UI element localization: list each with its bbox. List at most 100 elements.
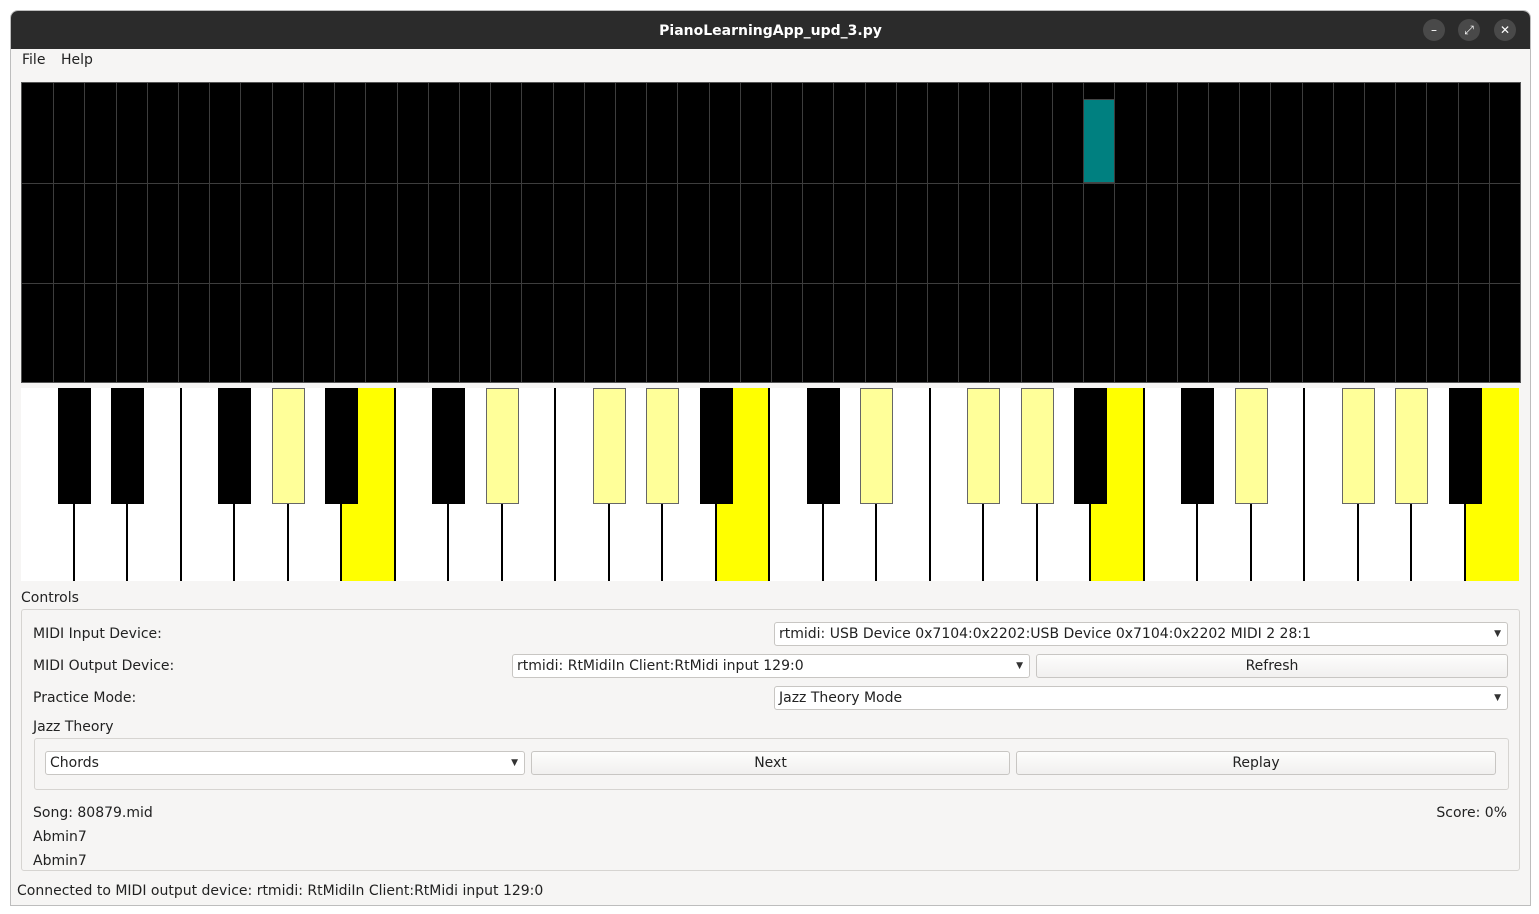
grid-line: [1458, 83, 1459, 382]
next-button[interactable]: Next: [531, 751, 1010, 775]
grid-line: [209, 83, 210, 382]
black-key[interactable]: [593, 388, 626, 504]
controls-group-title: Controls: [21, 590, 79, 606]
grid-line: [553, 83, 554, 382]
grid-line: [334, 83, 335, 382]
grid-line: [1239, 83, 1240, 382]
jazz-theory-title: Jazz Theory: [33, 719, 114, 735]
controls-group: MIDI Input Device: rtmidi: USB Device 0x…: [21, 609, 1520, 871]
score-label: Score: 0%: [1436, 805, 1507, 821]
status-bar: Connected to MIDI output device: rtmidi:…: [17, 883, 544, 899]
black-key[interactable]: [218, 388, 251, 504]
grid-line: [84, 83, 85, 382]
grid-line: [1021, 83, 1022, 382]
grid-line: [1083, 83, 1084, 382]
midi-output-select[interactable]: rtmidi: RtMidiIn Client:RtMidi input 129…: [512, 654, 1030, 678]
grid-line: [989, 83, 990, 382]
grid-line: [1302, 83, 1303, 382]
piano-roll: [21, 82, 1521, 383]
grid-line: [116, 83, 117, 382]
black-key[interactable]: [432, 388, 465, 504]
black-key[interactable]: [486, 388, 519, 504]
grid-line: [490, 83, 491, 382]
grid-line: [22, 183, 1520, 184]
black-key[interactable]: [860, 388, 893, 504]
grid-line: [1114, 83, 1115, 382]
grid-line: [677, 83, 678, 382]
grid-line: [1333, 83, 1334, 382]
black-key[interactable]: [111, 388, 144, 504]
chevron-down-icon: ▼: [1494, 629, 1501, 639]
grid-line: [1489, 83, 1490, 382]
grid-line: [459, 83, 460, 382]
grid-line: [240, 83, 241, 382]
midi-input-select[interactable]: rtmidi: USB Device 0x7104:0x2202:USB Dev…: [774, 622, 1508, 646]
close-icon[interactable]: ✕: [1494, 19, 1516, 41]
black-key[interactable]: [1181, 388, 1214, 504]
practice-mode-label: Practice Mode:: [33, 690, 137, 706]
grid-line: [147, 83, 148, 382]
chevron-down-icon: ▼: [1016, 661, 1023, 671]
minimize-icon[interactable]: –: [1423, 19, 1445, 41]
grid-line: [521, 83, 522, 382]
falling-note: [1083, 99, 1115, 183]
grid-line: [1052, 83, 1053, 382]
grid-line: [958, 83, 959, 382]
black-key[interactable]: [1449, 388, 1482, 504]
midi-output-value: rtmidi: RtMidiIn Client:RtMidi input 129…: [517, 658, 804, 674]
grid-line: [1146, 83, 1147, 382]
black-key[interactable]: [1074, 388, 1107, 504]
maximize-icon[interactable]: ⤢: [1458, 19, 1480, 41]
grid-line: [365, 83, 366, 382]
jazz-mode-value: Chords: [50, 755, 99, 771]
grid-line: [1270, 83, 1271, 382]
piano-keyboard[interactable]: [21, 388, 1519, 581]
midi-input-value: rtmidi: USB Device 0x7104:0x2202:USB Dev…: [779, 626, 1311, 642]
black-key[interactable]: [1395, 388, 1428, 504]
midi-input-label: MIDI Input Device:: [33, 626, 162, 642]
window-title: PianoLearningApp_upd_3.py: [659, 23, 882, 39]
black-key[interactable]: [1342, 388, 1375, 504]
grid-line: [1208, 83, 1209, 382]
menu-file[interactable]: File: [22, 52, 45, 68]
grid-line: [927, 83, 928, 382]
black-key[interactable]: [1235, 388, 1268, 504]
grid-line: [1426, 83, 1427, 382]
menu-bar: File Help: [11, 49, 1530, 73]
grid-line: [896, 83, 897, 382]
grid-line: [272, 83, 273, 382]
grid-line: [709, 83, 710, 382]
black-key[interactable]: [967, 388, 1000, 504]
black-key[interactable]: [646, 388, 679, 504]
grid-line: [833, 83, 834, 382]
grid-line: [22, 283, 1520, 284]
black-key[interactable]: [807, 388, 840, 504]
black-key[interactable]: [325, 388, 358, 504]
black-key[interactable]: [700, 388, 733, 504]
replay-button[interactable]: Replay: [1016, 751, 1496, 775]
grid-line: [178, 83, 179, 382]
app-window: PianoLearningApp_upd_3.py – ⤢ ✕ File Hel…: [10, 10, 1531, 906]
grid-line: [1364, 83, 1365, 382]
grid-line: [740, 83, 741, 382]
practice-mode-value: Jazz Theory Mode: [779, 690, 903, 706]
menu-help[interactable]: Help: [61, 52, 93, 68]
chevron-down-icon: ▼: [511, 758, 518, 768]
refresh-button[interactable]: Refresh: [1036, 654, 1508, 678]
jazz-mode-select[interactable]: Chords ▼: [45, 751, 525, 775]
grid-line: [397, 83, 398, 382]
grid-line: [53, 83, 54, 382]
black-key[interactable]: [1021, 388, 1054, 504]
chevron-down-icon: ▼: [1494, 693, 1501, 703]
chord-label-1: Abmin7: [33, 829, 87, 845]
grid-line: [615, 83, 616, 382]
grid-line: [1395, 83, 1396, 382]
grid-line: [771, 83, 772, 382]
grid-line: [802, 83, 803, 382]
grid-line: [428, 83, 429, 382]
black-key[interactable]: [272, 388, 305, 504]
practice-mode-select[interactable]: Jazz Theory Mode ▼: [774, 686, 1508, 710]
grid-line: [1177, 83, 1178, 382]
black-key[interactable]: [58, 388, 91, 504]
midi-output-label: MIDI Output Device:: [33, 658, 175, 674]
